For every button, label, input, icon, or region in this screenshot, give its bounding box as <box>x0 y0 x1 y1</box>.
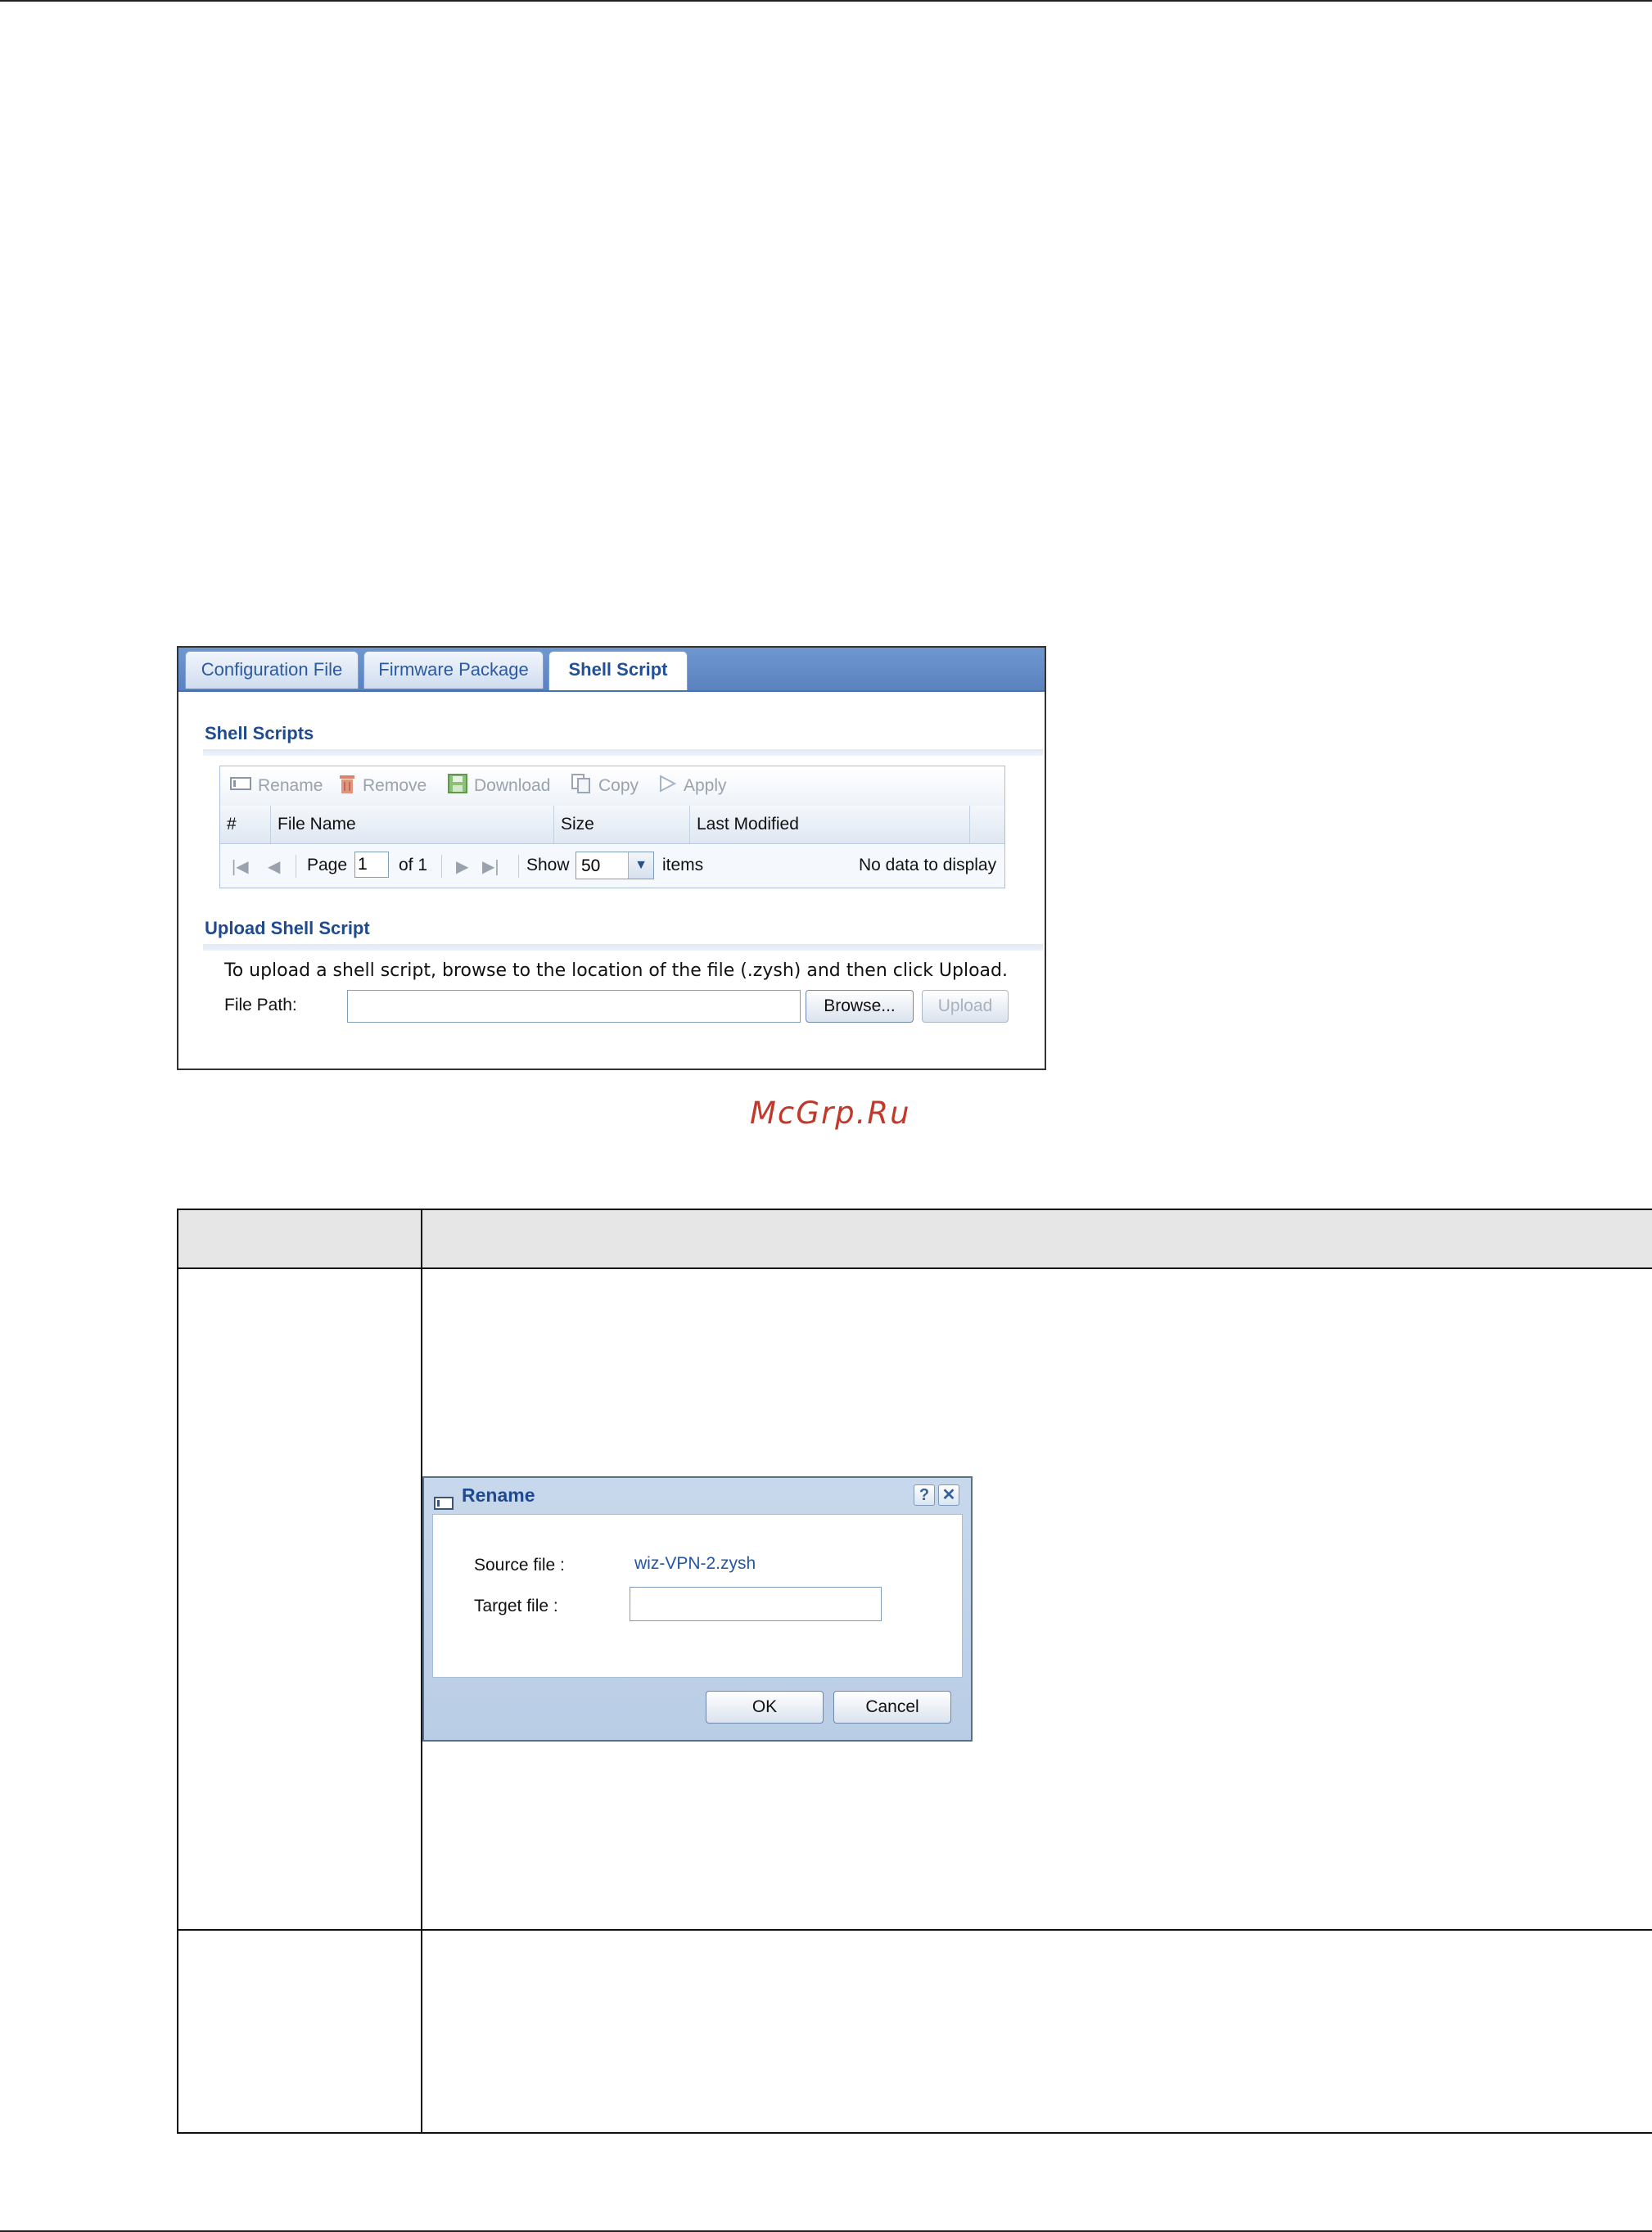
remove-label: Remove <box>363 776 427 795</box>
apply-button[interactable]: Apply <box>657 775 727 797</box>
column-header-size[interactable]: Size <box>554 806 690 843</box>
apply-label: Apply <box>684 776 727 795</box>
tab-firmware-package[interactable]: Firmware Package <box>363 651 544 689</box>
dialog-title: Rename <box>462 1484 535 1506</box>
page-number-input[interactable]: 1 <box>354 852 389 878</box>
chevron-down-icon[interactable]: ▼ <box>628 852 653 879</box>
copy-label: Copy <box>598 776 639 795</box>
last-page-icon[interactable]: ▶| <box>482 856 499 877</box>
grid-pager: |◀ ◀ Page 1 of 1 ▶ ▶| Show 50 ▼ items No… <box>220 845 1004 888</box>
remove-button[interactable]: Remove <box>338 775 427 797</box>
cancel-button[interactable]: Cancel <box>833 1691 951 1724</box>
download-button[interactable]: Download <box>448 774 551 798</box>
column-header-last-modified[interactable]: Last Modified <box>690 806 970 843</box>
shell-scripts-grid: Rename Remove Download Copy Apply # File… <box>219 766 1005 888</box>
dialog-body: Source file : wiz-VPN-2.zysh Target file… <box>432 1514 963 1678</box>
dialog-title-bar: Rename ? ✕ <box>424 1478 971 1512</box>
column-header-file-name[interactable]: File Name <box>271 806 554 843</box>
table-row-divider <box>177 1929 1652 1931</box>
trash-icon <box>338 773 356 799</box>
section-divider <box>203 944 1043 951</box>
shell-script-panel: Configuration File Firmware Package Shel… <box>177 646 1046 1070</box>
source-file-value: wiz-VPN-2.zysh <box>634 1554 756 1573</box>
show-label: Show <box>526 856 570 874</box>
pager-separator <box>518 855 519 878</box>
copy-icon <box>571 773 592 799</box>
upload-instruction: To upload a shell script, browse to the … <box>224 960 1008 981</box>
file-path-input[interactable] <box>347 990 801 1023</box>
file-path-label: File Path: <box>224 996 297 1014</box>
items-per-page-select[interactable]: 50 ▼ <box>575 852 654 879</box>
ok-button[interactable]: OK <box>706 1691 824 1724</box>
source-file-label: Source file : <box>474 1556 565 1575</box>
rename-icon <box>230 776 251 796</box>
items-label: items <box>662 856 704 874</box>
shell-scripts-heading: Shell Scripts <box>205 723 314 743</box>
upload-shell-script-heading: Upload Shell Script <box>205 918 370 938</box>
previous-page-icon[interactable]: ◀ <box>268 856 280 877</box>
target-file-label: Target file : <box>474 1597 558 1615</box>
items-per-page-value: 50 <box>581 856 601 875</box>
copy-button[interactable]: Copy <box>571 773 639 799</box>
play-icon <box>657 774 677 798</box>
help-icon[interactable]: ? <box>914 1484 935 1506</box>
no-data-message: No data to display <box>859 856 997 874</box>
watermark: McGrp.Ru <box>750 1096 911 1131</box>
table-border-top <box>177 1209 1652 1210</box>
tab-shell-script[interactable]: Shell Script <box>548 651 688 690</box>
pager-separator <box>441 855 442 878</box>
target-file-input[interactable] <box>630 1587 882 1621</box>
save-icon <box>448 774 467 798</box>
table-border-bottom <box>177 2132 1652 2134</box>
upload-button[interactable]: Upload <box>922 990 1009 1023</box>
section-divider <box>203 749 1043 756</box>
top-page-rule <box>0 0 1652 2</box>
column-header-number[interactable]: # <box>220 806 271 843</box>
rename-label: Rename <box>258 776 323 795</box>
rename-button[interactable]: Rename <box>230 775 323 797</box>
next-page-icon[interactable]: ▶ <box>456 856 468 877</box>
download-label: Download <box>474 776 551 795</box>
table-border-left <box>177 1209 178 2134</box>
close-icon[interactable]: ✕ <box>938 1484 959 1506</box>
page-count-label: of 1 <box>399 856 428 874</box>
rename-dialog: Rename ? ✕ Source file : wiz-VPN-2.zysh … <box>422 1476 973 1742</box>
browse-button[interactable]: Browse... <box>806 990 914 1023</box>
first-page-icon[interactable]: |◀ <box>232 856 249 877</box>
table-header-divider <box>177 1267 1652 1269</box>
grid-toolbar: Rename Remove Download Copy Apply <box>220 766 1004 807</box>
tab-configuration-file[interactable]: Configuration File <box>185 651 359 689</box>
table-header-row <box>177 1209 1652 1267</box>
tab-bar: Configuration File Firmware Package Shel… <box>178 648 1045 692</box>
page-label: Page <box>307 856 348 874</box>
grid-header-row: # File Name Size Last Modified <box>220 806 1004 844</box>
